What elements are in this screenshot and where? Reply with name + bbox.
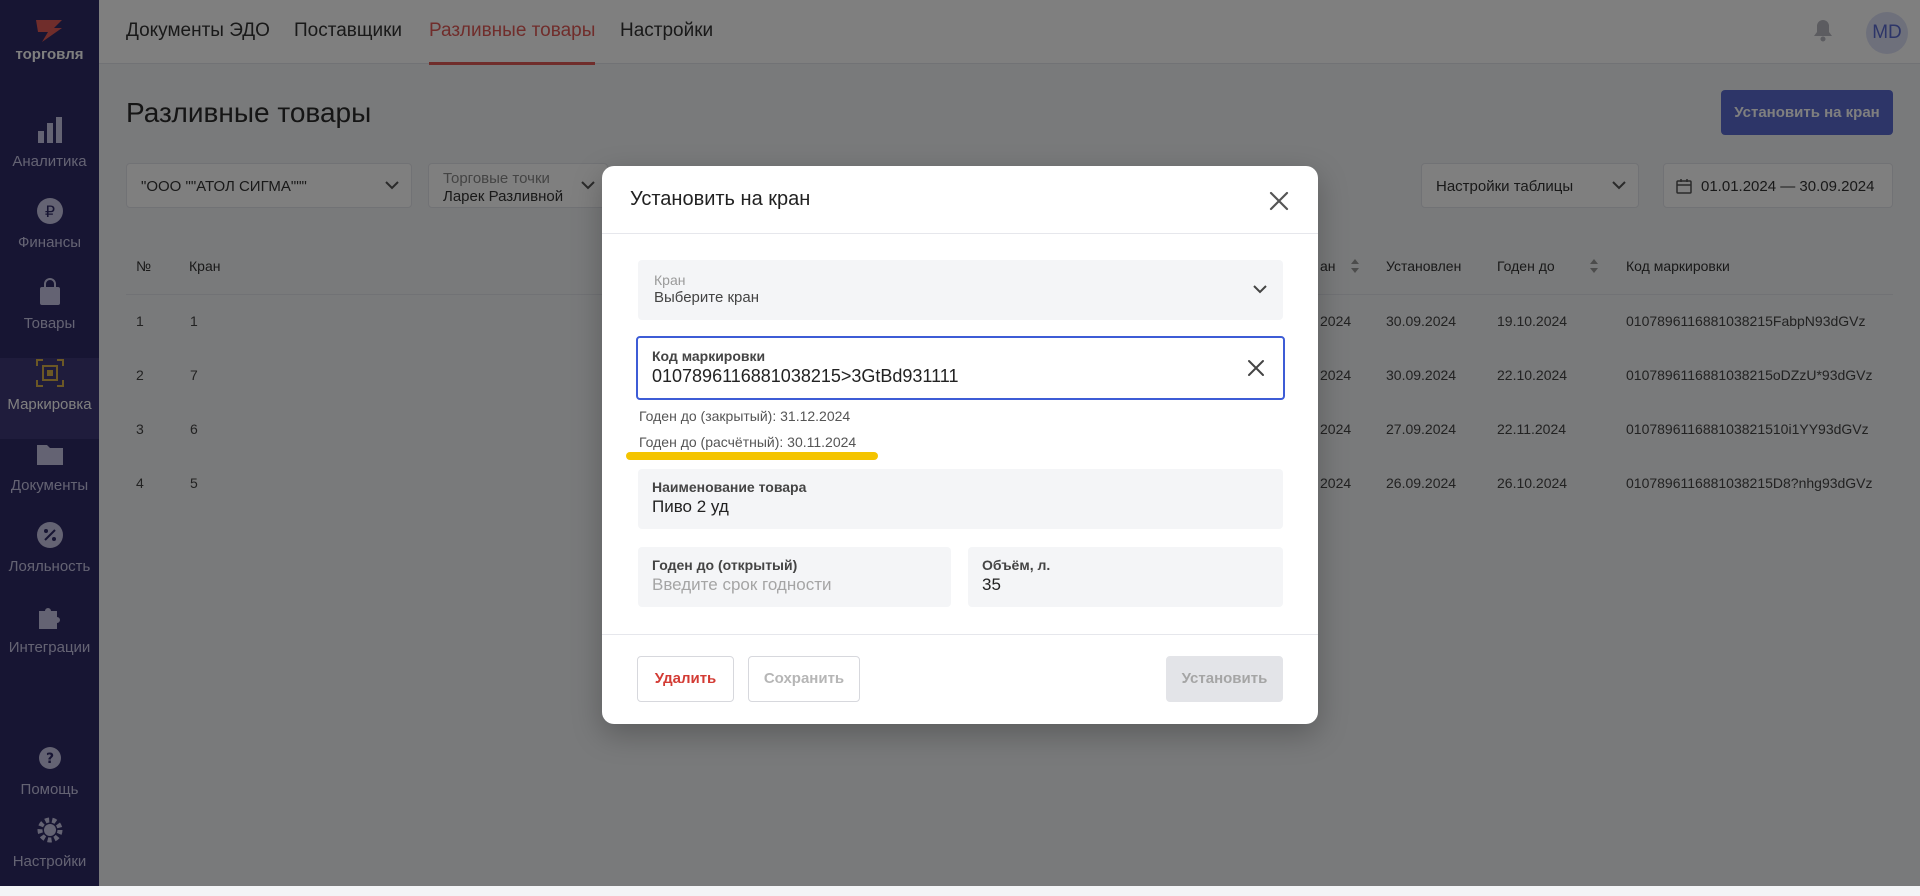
- dialog-divider: [602, 233, 1318, 234]
- product-name-label: Наименование товара: [652, 479, 807, 495]
- install-button[interactable]: Установить: [1166, 656, 1283, 702]
- delete-button[interactable]: Удалить: [637, 656, 734, 702]
- tap-select[interactable]: Кран Выберите кран: [638, 260, 1283, 320]
- chevron-down-icon: [1253, 285, 1267, 294]
- tap-select-label: Кран: [654, 272, 686, 288]
- install-on-tap-dialog: Установить на кран Кран Выберите кран Ко…: [602, 166, 1318, 724]
- dialog-footer-divider: [602, 634, 1318, 635]
- marking-code-label: Код маркировки: [652, 348, 766, 364]
- volume-label: Объём, л.: [982, 557, 1051, 573]
- product-name-field[interactable]: Наименование товара Пиво 2 уд: [638, 469, 1283, 529]
- volume-value: 35: [982, 575, 1001, 594]
- hint-closed-expiry: Годен до (закрытый): 31.12.2024: [639, 408, 851, 424]
- open-expiry-input[interactable]: Годен до (открытый) Введите срок годност…: [638, 547, 951, 607]
- tap-select-placeholder: Выберите кран: [654, 289, 760, 306]
- dialog-title: Установить на кран: [630, 188, 811, 210]
- product-name-value: Пиво 2 уд: [652, 497, 729, 516]
- marking-code-input[interactable]: Код маркировки 0107896116881038215>3GtBd…: [636, 336, 1285, 400]
- clear-icon[interactable]: [1247, 359, 1265, 377]
- volume-input[interactable]: Объём, л. 35: [968, 547, 1283, 607]
- highlight-underline: [626, 452, 878, 460]
- hint-calculated-expiry: Годен до (расчётный): 30.11.2024: [639, 434, 857, 450]
- close-icon[interactable]: [1266, 188, 1292, 214]
- save-button[interactable]: Сохранить: [748, 656, 860, 702]
- marking-code-value: 0107896116881038215>3GtBd931111: [652, 366, 959, 386]
- open-expiry-label: Годен до (открытый): [652, 557, 798, 573]
- open-expiry-placeholder: Введите срок годности: [652, 575, 832, 594]
